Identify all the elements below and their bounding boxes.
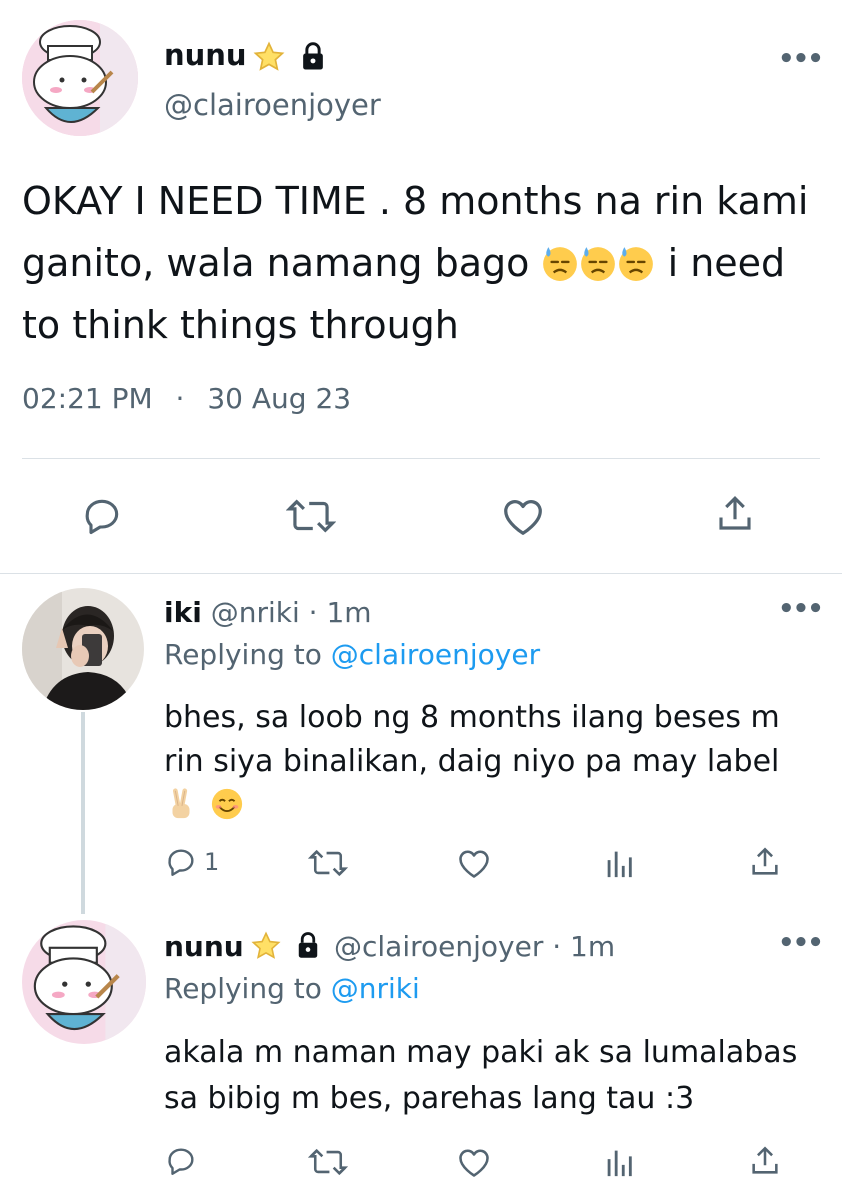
display-name[interactable]: nunu bbox=[164, 38, 247, 72]
divider bbox=[22, 458, 820, 459]
sweat-emoji-icon bbox=[541, 244, 579, 282]
like-icon[interactable] bbox=[500, 494, 546, 538]
mention-link[interactable]: @nriki bbox=[331, 972, 420, 1005]
lock-icon bbox=[294, 930, 322, 960]
display-name[interactable]: iki bbox=[164, 596, 202, 629]
analytics-icon[interactable] bbox=[604, 1145, 634, 1179]
timestamp: 02:21 PM · 30 Aug 23 bbox=[22, 382, 352, 415]
retweet-icon[interactable] bbox=[308, 846, 348, 880]
lock-icon bbox=[298, 40, 328, 72]
like-icon[interactable] bbox=[456, 846, 492, 880]
retweet-icon[interactable] bbox=[286, 494, 336, 538]
more-icon[interactable]: ••• bbox=[778, 594, 824, 624]
time-ago: · 1m bbox=[552, 930, 616, 963]
replying-to: Replying to @nriki bbox=[164, 972, 420, 1005]
avatar[interactable] bbox=[22, 20, 138, 136]
avatar[interactable] bbox=[22, 588, 144, 710]
divider bbox=[0, 573, 842, 574]
handle[interactable]: @clairoenjoyer bbox=[334, 930, 543, 963]
handle[interactable]: @nriki bbox=[211, 596, 300, 629]
mention-link[interactable]: @clairoenjoyer bbox=[331, 638, 540, 671]
analytics-icon[interactable] bbox=[604, 846, 634, 880]
share-icon[interactable] bbox=[748, 844, 782, 880]
handle[interactable]: @clairoenjoyer bbox=[164, 88, 381, 122]
more-icon[interactable]: ••• bbox=[778, 928, 824, 958]
sweat-emoji-icon bbox=[617, 244, 655, 282]
smile-emoji-icon bbox=[210, 787, 244, 821]
reply-icon[interactable] bbox=[164, 845, 198, 879]
time-ago: · 1m bbox=[308, 596, 372, 629]
like-icon[interactable] bbox=[456, 1145, 492, 1179]
retweet-icon[interactable] bbox=[308, 1145, 348, 1179]
tweet-text: bhes, sa loob ng 8 months ilang beses m … bbox=[164, 696, 824, 828]
victory-hand-emoji-icon bbox=[164, 787, 198, 821]
reply-count: 1 bbox=[204, 848, 220, 876]
display-name[interactable]: nunu bbox=[164, 930, 244, 963]
tweet-text: akala m naman may paki ak sa lumalabas s… bbox=[164, 1035, 798, 1116]
sweat-emoji-icon bbox=[579, 244, 617, 282]
share-icon[interactable] bbox=[748, 1143, 782, 1179]
replying-to: Replying to @clairoenjoyer bbox=[164, 638, 541, 671]
share-icon[interactable] bbox=[714, 492, 756, 536]
star-icon bbox=[252, 40, 286, 74]
avatar[interactable] bbox=[22, 920, 146, 1044]
star-icon bbox=[250, 930, 282, 962]
reply-icon[interactable] bbox=[164, 1144, 198, 1178]
tweet-text: OKAY I NEED TIME . 8 months na rin kami … bbox=[22, 179, 809, 347]
more-icon[interactable]: ••• bbox=[778, 44, 824, 74]
thread-line bbox=[81, 712, 85, 914]
reply-icon[interactable] bbox=[80, 494, 124, 538]
